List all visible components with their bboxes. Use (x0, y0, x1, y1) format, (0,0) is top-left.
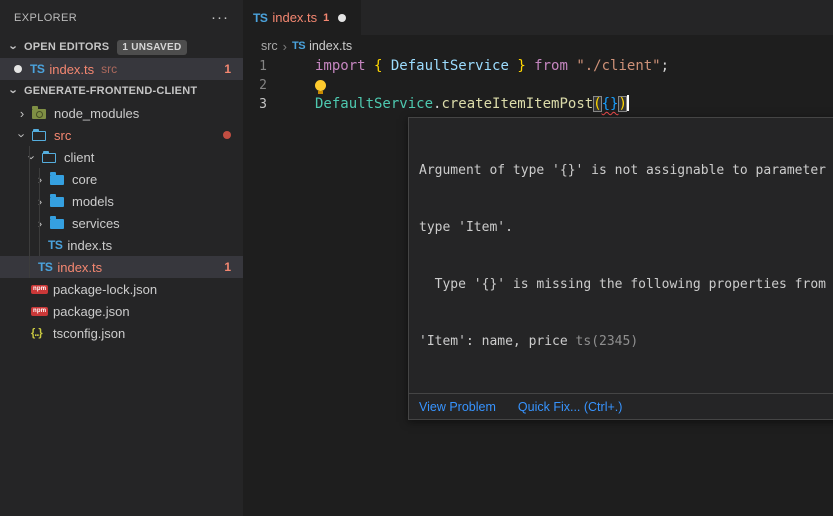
error-message-line: Argument of type '{}' is not assignable … (419, 161, 833, 180)
explorer-title: EXPLORER (14, 12, 77, 24)
error-hover-tooltip: Argument of type '{}' is not assignable … (408, 117, 833, 420)
error-code: ts(2345) (576, 334, 639, 349)
typescript-icon: TS (30, 62, 44, 76)
matched-bracket: ( (593, 96, 601, 112)
lightbulb-icon[interactable] (315, 80, 326, 91)
chevron-right-icon: › (30, 172, 50, 187)
line-number: 1 (243, 57, 267, 76)
tree-item-client-index-ts[interactable]: TS index.ts (0, 234, 243, 256)
folder-icon (50, 217, 66, 229)
chevron-right-icon: › (30, 216, 50, 231)
error-squiggle-braces: {} (602, 96, 619, 112)
open-editors-section-header[interactable]: › OPEN EDITORS 1 UNSAVED (0, 36, 243, 58)
typescript-icon: TS (253, 11, 267, 25)
tab-index-ts[interactable]: TS index.ts 1 (243, 0, 361, 35)
chevron-down-icon: › (25, 147, 40, 167)
code-line-2[interactable]: 2 (243, 76, 833, 95)
error-message-line: 'Item': name, price ts(2345) (419, 332, 833, 351)
tree-item-package-json[interactable]: npm package.json (0, 300, 243, 322)
npm-folder-icon (32, 107, 48, 119)
error-message-line: type 'Item'. (419, 218, 833, 237)
vscode-window: { "colors": { "keyword": "#C586C0", "var… (0, 0, 833, 516)
tree-item-tsconfig-json[interactable]: {..} tsconfig.json (0, 322, 243, 344)
open-editors-label: OPEN EDITORS (24, 41, 109, 53)
text-cursor (627, 95, 629, 111)
tree-item-models[interactable]: › models (0, 190, 243, 212)
breadcrumb-folder[interactable]: src (261, 39, 278, 53)
typescript-icon: TS (38, 260, 52, 274)
code-line-1[interactable]: 1import { DefaultService } from "./clien… (243, 57, 833, 76)
tree-item-core[interactable]: › core (0, 168, 243, 190)
tab-error-count: 1 (323, 12, 329, 24)
error-count-badge: 1 (224, 62, 231, 76)
open-folder-icon (42, 151, 58, 163)
line-number: 3 (243, 95, 267, 114)
breadcrumb-file[interactable]: index.ts (309, 39, 352, 53)
modified-dot-icon (14, 65, 22, 73)
npm-file-icon: npm (31, 285, 47, 294)
tree-item-src[interactable]: › src (0, 124, 243, 146)
chevron-down-icon: › (15, 125, 30, 145)
open-folder-icon (32, 129, 48, 141)
explorer-sidebar: EXPLORER ··· › OPEN EDITORS 1 UNSAVED TS… (0, 0, 243, 516)
chevron-down-icon: › (7, 81, 22, 101)
chevron-down-icon: › (7, 37, 22, 57)
code-line-3[interactable]: 3DefaultService.createItemItemPost({}) (243, 95, 833, 114)
tab-bar: TS index.ts 1 (243, 0, 833, 35)
tree-item-client[interactable]: › client (0, 146, 243, 168)
explorer-header: EXPLORER ··· (0, 0, 243, 36)
npm-file-icon: npm (31, 307, 47, 316)
code-editor: 1import { DefaultService } from "./clien… (243, 57, 833, 114)
breadcrumb: src › TS index.ts (243, 35, 833, 57)
line-number: 2 (243, 76, 267, 95)
open-editor-description: src (101, 62, 117, 76)
quick-fix-link[interactable]: Quick Fix... (Ctrl+.) (518, 400, 623, 414)
open-editor-filename: index.ts (49, 62, 94, 77)
hover-actions: View Problem Quick Fix... (Ctrl+.) (409, 393, 833, 419)
matched-bracket: ) (618, 96, 626, 112)
error-dot-badge (223, 131, 231, 139)
tab-modified-dot-icon[interactable] (338, 14, 346, 22)
folder-icon (50, 195, 66, 207)
json-file-icon: {..} (31, 327, 47, 339)
folder-icon (50, 173, 66, 185)
workspace-label: GENERATE-FRONTEND-CLIENT (24, 85, 197, 97)
error-count-badge: 1 (224, 260, 231, 274)
error-message-line: Type '{}' is missing the following prope… (419, 275, 833, 294)
workspace-section-header[interactable]: › GENERATE-FRONTEND-CLIENT (0, 80, 243, 102)
unsaved-badge: 1 UNSAVED (117, 40, 186, 55)
tab-title: index.ts (272, 10, 317, 25)
tree-item-node-modules[interactable]: › node_modules (0, 102, 243, 124)
breadcrumb-separator-icon: › (283, 39, 287, 54)
tree-item-src-index-ts[interactable]: TS index.ts 1 (0, 256, 243, 278)
error-message: Argument of type '{}' is not assignable … (409, 118, 833, 393)
tree-item-package-lock-json[interactable]: npm package-lock.json (0, 278, 243, 300)
view-problem-link[interactable]: View Problem (419, 400, 496, 414)
open-editor-item-index-ts[interactable]: TS index.ts src 1 (0, 58, 243, 80)
typescript-icon: TS (292, 40, 305, 52)
tree-item-services[interactable]: › services (0, 212, 243, 234)
chevron-right-icon: › (12, 106, 32, 121)
more-actions-icon[interactable]: ··· (211, 13, 229, 23)
typescript-icon: TS (48, 238, 62, 252)
chevron-right-icon: › (30, 194, 50, 209)
